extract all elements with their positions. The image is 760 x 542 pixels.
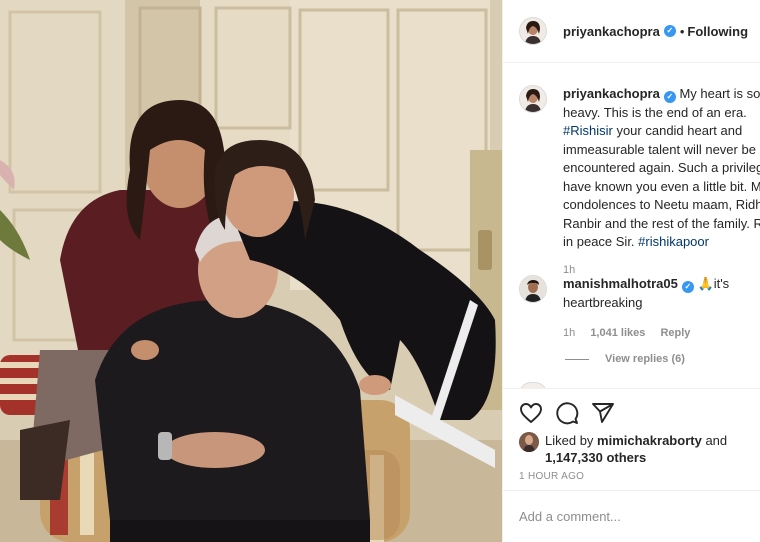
- comment-body: manishmalhotra05 ✓ 🙏it's heartbreaking 1h…: [563, 275, 738, 343]
- add-comment-input[interactable]: [519, 509, 739, 524]
- pray-emoji-icon: 🙏: [697, 276, 714, 291]
- add-comment-bar: [503, 490, 760, 542]
- separator-dot: •: [679, 23, 685, 39]
- comment-item: manishmalhotra05 ✓ 🙏it's heartbreaking 1h…: [519, 275, 760, 343]
- author-avatar[interactable]: [519, 17, 547, 45]
- post-actions: Liked by mimichakraborty and 1,147,330 o…: [503, 388, 760, 490]
- view-replies-button[interactable]: View replies (6): [565, 353, 685, 365]
- caption-avatar[interactable]: [519, 85, 547, 113]
- following-button[interactable]: Following: [687, 24, 748, 39]
- verified-badge-icon: ✓: [663, 25, 676, 37]
- share-paper-plane-icon[interactable]: [591, 401, 615, 425]
- hashtag-link[interactable]: #Rishisir: [563, 123, 613, 138]
- post-side-panel: priyankachopra ✓ • Following priyankacho…: [502, 0, 760, 542]
- comment-likes[interactable]: 1,041 likes: [590, 327, 645, 339]
- comment-bubble-icon[interactable]: [555, 401, 579, 425]
- caption-time[interactable]: 1h: [563, 264, 575, 276]
- caption-comment: priyankachopra ✓ My heart is so heavy. Th…: [519, 85, 760, 279]
- post-timestamp[interactable]: 1 HOUR AGO: [519, 471, 584, 482]
- verified-badge-icon: ✓: [663, 91, 676, 103]
- likes-summary: Liked by mimichakraborty and 1,147,330 o…: [519, 432, 755, 466]
- caption-text-end: your candid heart and immeasurable talen…: [563, 123, 760, 249]
- verified-badge-icon: ✓: [681, 281, 694, 293]
- liker-avatar[interactable]: [519, 432, 539, 452]
- post-photo[interactable]: [0, 0, 502, 542]
- replies-divider: [565, 358, 589, 360]
- caption-body: priyankachopra ✓ My heart is so heavy. Th…: [563, 85, 760, 279]
- author-username[interactable]: priyankachopra: [563, 24, 660, 39]
- reply-button[interactable]: Reply: [660, 327, 690, 339]
- likes-count[interactable]: 1,147,330 others: [545, 450, 646, 465]
- post-header: priyankachopra ✓ • Following: [503, 0, 760, 63]
- post-photo-image: [0, 0, 502, 542]
- liked-by-user[interactable]: mimichakraborty: [597, 433, 702, 448]
- caption-username[interactable]: priyankachopra: [563, 86, 660, 101]
- commenter-avatar[interactable]: [519, 275, 547, 303]
- heart-icon[interactable]: [519, 401, 543, 425]
- comment-time[interactable]: 1h: [563, 327, 575, 339]
- commenter-username[interactable]: manishmalhotra05: [563, 276, 678, 291]
- hashtag-link[interactable]: #rishikapoor: [638, 234, 709, 249]
- liked-by-prefix: Liked by: [545, 433, 594, 448]
- view-replies-label: View replies (6): [605, 353, 685, 365]
- action-icons: [519, 401, 627, 425]
- liked-by-conj: and: [705, 433, 728, 448]
- comments-list[interactable]: priyankachopra ✓ My heart is so heavy. Th…: [503, 64, 760, 388]
